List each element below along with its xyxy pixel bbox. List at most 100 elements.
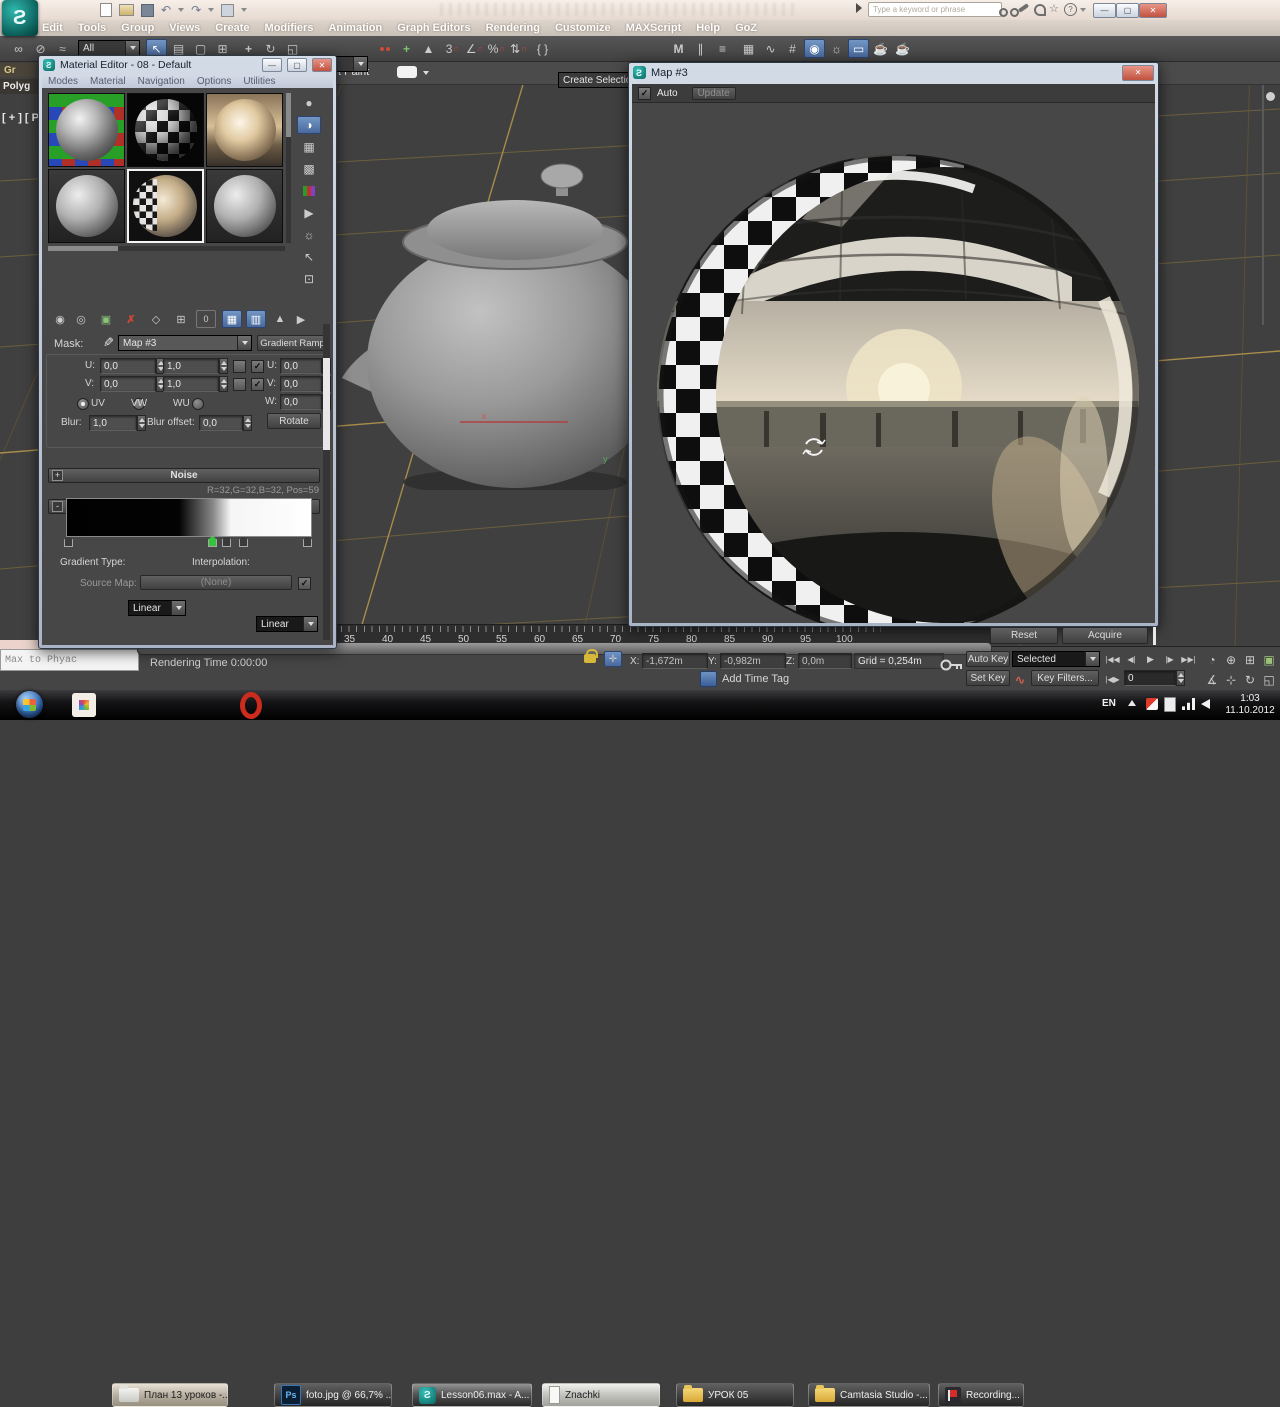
u-mirror-checkbox[interactable]: [233, 360, 246, 373]
backlight-icon[interactable]: ◑: [297, 116, 321, 134]
material-editor-minimize-button[interactable]: —: [262, 58, 282, 72]
go-to-frame-icon[interactable]: |◀▶: [1103, 670, 1122, 689]
blur-offset-spinner[interactable]: 0,0: [199, 415, 252, 431]
pick-map-pen-icon[interactable]: ✎: [99, 337, 115, 348]
graphite-ribbon-icon[interactable]: ▦: [738, 39, 759, 58]
panel-handle-icon[interactable]: [1266, 92, 1275, 101]
wu-radio[interactable]: [191, 398, 204, 410]
go-forward-sibling-icon[interactable]: ▶: [291, 310, 311, 328]
angle-snap-icon[interactable]: ∠ ∩: [464, 39, 485, 58]
spin[interactable]: [219, 376, 228, 392]
curve-editor-icon[interactable]: ∿: [760, 39, 781, 58]
zoom-extents-icon[interactable]: ▣: [1260, 650, 1278, 669]
show-map-in-viewport-icon[interactable]: ▦: [222, 310, 242, 328]
minimize-button[interactable]: —: [1093, 3, 1116, 18]
ramp-flag-71[interactable]: [239, 536, 248, 547]
menu-navigation[interactable]: Navigation: [138, 76, 185, 87]
current-frame-spinner[interactable]: 0: [1124, 670, 1185, 686]
material-editor-titlebar[interactable]: S Material Editor - 08 - Default — ▢ ✕: [39, 56, 336, 74]
field-of-view-icon[interactable]: ∡: [1203, 670, 1221, 689]
new-file-icon[interactable]: [100, 3, 112, 17]
help-dropdown-icon[interactable]: [1080, 8, 1086, 12]
task-urok-folder[interactable]: УРОК 05: [676, 1383, 794, 1407]
menu-maxscript[interactable]: MAXScript: [626, 22, 682, 34]
scroll-thumb[interactable]: [48, 246, 118, 251]
keyboard-override-icon[interactable]: ▲: [418, 39, 439, 58]
render-iterative-icon[interactable]: ☕: [892, 39, 913, 58]
v-tile-checkbox[interactable]: ✓: [251, 378, 264, 391]
material-id-channel-icon[interactable]: 0: [196, 310, 216, 328]
video-color-check-icon[interactable]: [297, 182, 321, 200]
redo-dropdown-icon[interactable]: [208, 8, 215, 12]
tray-network-icon[interactable]: [1182, 698, 1195, 710]
favorites-icon[interactable]: ☆: [1049, 2, 1059, 15]
frame-spinner[interactable]: [1176, 670, 1185, 686]
tray-clipboard-icon[interactable]: [1164, 697, 1176, 712]
ramp-flag-59-selected[interactable]: [208, 536, 217, 547]
open-file-icon[interactable]: [119, 4, 134, 16]
material-editor-maximize-button[interactable]: ▢: [287, 58, 307, 72]
gradient-type-dropdown[interactable]: Linear: [128, 600, 186, 616]
spin[interactable]: [243, 415, 252, 431]
task-camtasia-folder[interactable]: Camtasia Studio -...: [808, 1383, 930, 1407]
snap-toggle-icon[interactable]: 3 ∩: [442, 39, 463, 58]
manage-dropdown-icon[interactable]: [241, 8, 248, 12]
select-and-link-icon[interactable]: ∞: [8, 39, 29, 58]
material-slot-1[interactable]: [48, 93, 125, 167]
spinner-snap-icon[interactable]: ⇅ ∩: [508, 39, 529, 58]
menu-material[interactable]: Material: [90, 76, 126, 87]
material-map-navigator-icon[interactable]: ⊡: [297, 270, 321, 288]
v-tiling-spinner[interactable]: 1,0: [163, 376, 228, 392]
acquire-button[interactable]: Acquire: [1062, 627, 1148, 644]
menu-modes[interactable]: Modes: [48, 76, 78, 87]
task-photoshop[interactable]: Ps foto.jpg @ 66,7% ...: [274, 1383, 392, 1407]
go-to-start-icon[interactable]: |◀◀: [1103, 650, 1122, 669]
tray-antivirus-icon[interactable]: [1146, 698, 1158, 710]
reset-map-icon[interactable]: ✗: [121, 310, 141, 328]
zoom-all-icon[interactable]: ⊞: [1241, 650, 1259, 669]
menu-goz[interactable]: GoZ: [735, 22, 757, 34]
material-slot-6[interactable]: [206, 169, 283, 243]
z-coordinate-field[interactable]: 0,0m: [798, 653, 852, 669]
undo-icon[interactable]: ↶: [161, 3, 171, 17]
redo-icon[interactable]: ↷: [191, 3, 201, 17]
start-button[interactable]: [16, 691, 43, 718]
material-slot-5-active[interactable]: [127, 169, 204, 243]
v-mirror-checkbox[interactable]: [233, 378, 246, 391]
task-recording[interactable]: Recording...: [938, 1383, 1024, 1407]
material-slot-3[interactable]: [206, 93, 283, 167]
add-time-tag[interactable]: Add Time Tag: [722, 673, 789, 685]
schematic-view-icon[interactable]: #: [782, 39, 803, 58]
percent-snap-icon[interactable]: % ∩: [486, 39, 507, 58]
help-icon[interactable]: ?: [1064, 3, 1077, 16]
render-setup-icon[interactable]: ☼: [826, 39, 847, 58]
map-type-button[interactable]: Gradient Ramp: [257, 335, 328, 351]
key-filters-button[interactable]: Key Filters...: [1031, 670, 1099, 686]
rotate-button[interactable]: Rotate: [267, 413, 321, 429]
menu-animation[interactable]: Animation: [328, 22, 382, 34]
sample-type-icon[interactable]: ●: [297, 94, 321, 112]
show-end-result-icon[interactable]: ▥: [246, 310, 266, 328]
menu-options[interactable]: Options: [197, 76, 231, 87]
maximize-button[interactable]: ▢: [1116, 3, 1139, 18]
source-map-checkbox[interactable]: ✓: [298, 577, 311, 590]
time-configuration-icon[interactable]: ◔: [1203, 650, 1221, 669]
u-offset-spinner[interactable]: 0,0: [100, 358, 165, 374]
menu-group[interactable]: Group: [121, 22, 154, 34]
menu-utilities[interactable]: Utilities: [243, 76, 275, 87]
set-key-button[interactable]: Set Key: [966, 670, 1010, 686]
reset-button[interactable]: Reset: [990, 627, 1058, 644]
auto-key-button[interactable]: Auto Key: [966, 651, 1010, 667]
command-panel-divider[interactable]: [1262, 85, 1264, 325]
ribbon-tool-button[interactable]: [397, 66, 417, 78]
selection-filter-dropdown[interactable]: All: [78, 40, 140, 56]
map-name-dropdown[interactable]: Map #3: [118, 335, 252, 351]
get-material-icon[interactable]: ◉: [50, 310, 70, 328]
task-plan-folder[interactable]: План 13 уроков -...: [112, 1383, 228, 1407]
menu-modifiers[interactable]: Modifiers: [265, 22, 314, 34]
next-frame-icon[interactable]: |▶: [1160, 650, 1179, 669]
auto-checkbox[interactable]: ✓: [638, 86, 651, 100]
menu-views[interactable]: Views: [169, 22, 200, 34]
options-icon[interactable]: ☼: [297, 226, 321, 244]
app-logo-icon[interactable]: S: [2, 0, 38, 36]
